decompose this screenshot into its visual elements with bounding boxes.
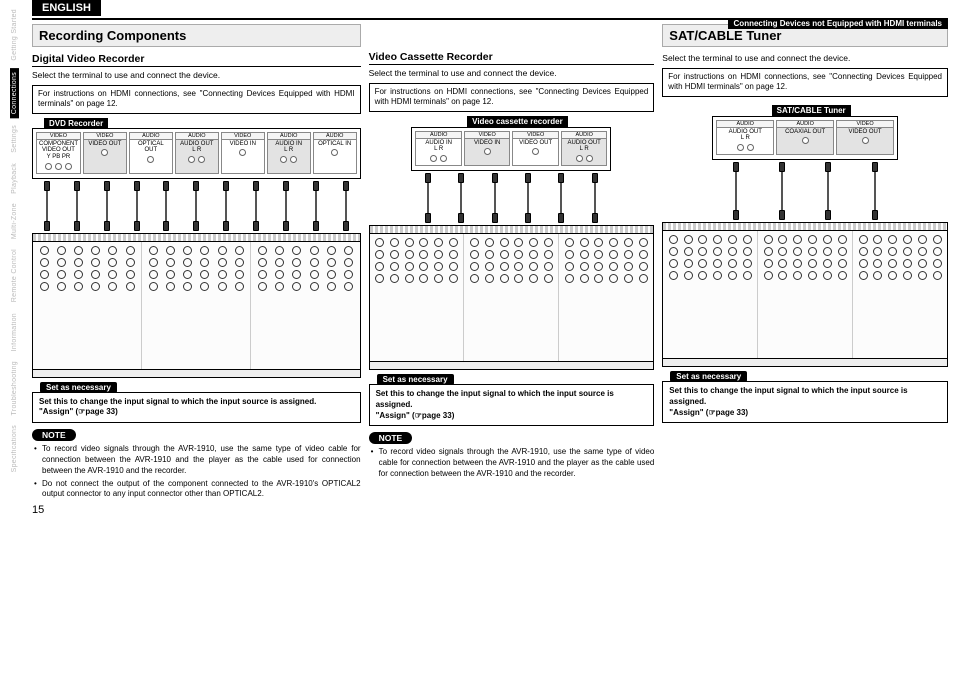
subtitle-vcr: Video Cassette Recorder: [369, 51, 655, 65]
port-audio-out: AUDIOAUDIO OUTL R: [716, 120, 774, 155]
cable: [870, 162, 880, 220]
dvr-note-chip: NOTE: [32, 429, 76, 441]
cable: [161, 181, 171, 231]
port-optical-in: AUDIOOPTICAL IN: [313, 132, 357, 174]
cable: [42, 181, 52, 231]
cable: [423, 173, 433, 223]
sidebar-tab-getting-started[interactable]: Getting Started: [11, 6, 18, 64]
port-video-in: VIDEOVIDEO IN: [464, 131, 511, 166]
sat-receiver-panel: [662, 222, 948, 367]
vcr-device-ports: AUDIOAUDIO INL RVIDEOVIDEO INVIDEOVIDEO …: [411, 127, 611, 171]
sidebar-tab-multi-zone[interactable]: Multi-Zone: [11, 200, 18, 242]
header-chip: Connecting Devices not Equipped with HDM…: [728, 18, 948, 29]
sat-set-box: Set this to change the input signal to w…: [662, 381, 948, 423]
cable: [523, 173, 533, 223]
cable: [281, 181, 291, 231]
port-audio-in: AUDIOAUDIO INL R: [415, 131, 462, 166]
sat-select-text: Select the terminal to use and connect t…: [662, 53, 948, 64]
dvr-notes: To record video signals through the AVR-…: [32, 444, 361, 500]
sidebar-tab-playback[interactable]: Playback: [11, 160, 18, 197]
vcr-cables: [369, 173, 655, 223]
sidebar-tab-connections[interactable]: Connections: [10, 68, 19, 118]
vcr-hdmi-hint: For instructions on HDMI connections, se…: [369, 83, 655, 112]
cable: [191, 181, 201, 231]
sat-assign-ref: "Assign" (☞page 33): [669, 408, 748, 417]
vcr-notes: To record video signals through the AVR-…: [369, 447, 655, 479]
port-audio-out: AUDIOAUDIO OUTL R: [561, 131, 608, 166]
vcr-set-chip: Set as necessary: [377, 374, 454, 385]
dvr-set-box: Set this to change the input signal to w…: [32, 392, 361, 424]
subtitle-dvr: Digital Video Recorder: [32, 53, 361, 67]
note-item: To record video signals through the AVR-…: [371, 447, 655, 479]
cable: [556, 173, 566, 223]
sidebar-tab-information[interactable]: Information: [11, 310, 18, 354]
port-video-out: VIDEOVIDEO OUT: [512, 131, 559, 166]
vcr-device-label: Video cassette recorder: [467, 116, 568, 127]
note-item: Do not connect the output of the compone…: [34, 479, 361, 501]
port-component-video-out: VIDEOCOMPONENT VIDEO OUTY PB PR: [36, 132, 81, 174]
sidebar-tab-specifications[interactable]: Specifications: [11, 422, 18, 475]
vcr-set-text: Set this to change the input signal to w…: [376, 389, 614, 409]
sat-cables: [662, 162, 948, 220]
cable: [777, 162, 787, 220]
page-number: 15: [32, 504, 361, 516]
vcr-select-text: Select the terminal to use and connect t…: [369, 68, 655, 79]
port-video-in: VIDEOVIDEO IN: [221, 132, 265, 174]
cable: [221, 181, 231, 231]
sidebar-tab-troubleshooting[interactable]: Troubleshooting: [11, 358, 18, 418]
dvr-cables: [32, 181, 361, 231]
dvr-device-ports: VIDEOCOMPONENT VIDEO OUTY PB PRVIDEOVIDE…: [32, 128, 361, 179]
port-coaxial-out: AUDIOCOAXIAL OUT: [776, 120, 834, 155]
cable: [102, 181, 112, 231]
vcr-note-chip: NOTE: [369, 432, 413, 444]
cable: [341, 181, 351, 231]
cable: [823, 162, 833, 220]
sat-set-chip: Set as necessary: [670, 371, 747, 382]
sat-hdmi-hint: For instructions on HDMI connections, se…: [662, 68, 948, 97]
sidebar-tabs: Getting Started Connections Settings Playba…: [0, 0, 28, 675]
dvr-assign-ref: "Assign" (☞page 33): [39, 407, 118, 416]
vcr-receiver-panel: [369, 225, 655, 370]
port-audio-in: AUDIOAUDIO INL R: [267, 132, 311, 174]
cable: [72, 181, 82, 231]
port-video-out: VIDEOVIDEO OUT: [836, 120, 894, 155]
port-audio-out: AUDIOAUDIO OUTL R: [175, 132, 219, 174]
cable: [311, 181, 321, 231]
dvr-set-text: Set this to change the input signal to w…: [39, 397, 316, 406]
language-label: ENGLISH: [32, 0, 101, 16]
note-item: To record video signals through the AVR-…: [34, 444, 361, 476]
vcr-assign-ref: "Assign" (☞page 33): [376, 411, 455, 420]
dvr-hdmi-hint: For instructions on HDMI connections, se…: [32, 85, 361, 114]
port-optical-out: AUDIOOPTICAL OUT: [129, 132, 173, 174]
cable: [251, 181, 261, 231]
cable: [590, 173, 600, 223]
port-video-out: VIDEOVIDEO OUT: [83, 132, 127, 174]
dvr-set-chip: Set as necessary: [40, 382, 117, 393]
cable: [132, 181, 142, 231]
cable: [731, 162, 741, 220]
vcr-set-box: Set this to change the input signal to w…: [369, 384, 655, 426]
sidebar-tab-remote-control[interactable]: Remote Control: [11, 246, 18, 305]
section-title-recording: Recording Components: [32, 24, 361, 47]
cable: [490, 173, 500, 223]
sat-device-ports: AUDIOAUDIO OUTL RAUDIOCOAXIAL OUTVIDEOVI…: [712, 116, 898, 160]
dvr-receiver-panel: [32, 233, 361, 378]
dvr-select-text: Select the terminal to use and connect t…: [32, 70, 361, 81]
sat-set-text: Set this to change the input signal to w…: [669, 386, 907, 406]
dvr-device-label: DVD Recorder: [44, 118, 108, 129]
cable: [456, 173, 466, 223]
sat-device-label: SAT/CABLE Tuner: [772, 105, 851, 116]
sidebar-tab-settings[interactable]: Settings: [11, 122, 18, 156]
